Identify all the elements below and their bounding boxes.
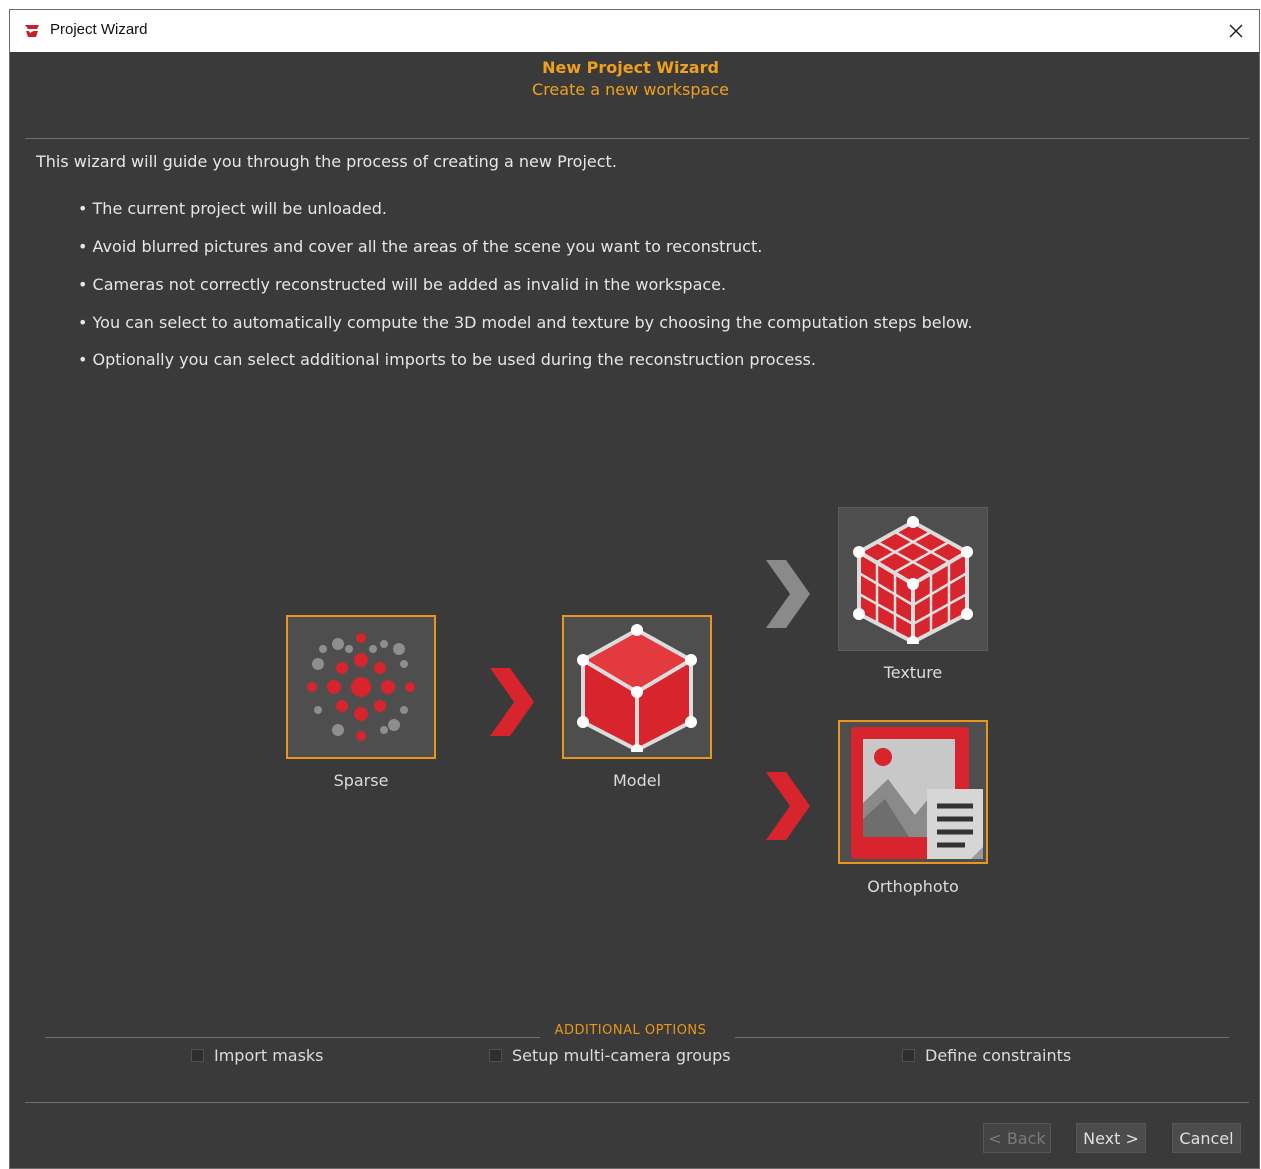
back-button[interactable]: < Back (983, 1123, 1051, 1153)
intro-text: This wizard will guide you through the p… (36, 152, 617, 171)
additional-options-label: ADDITIONAL OPTIONS (546, 1023, 715, 1038)
cube-model-icon (577, 624, 697, 752)
step-model-tile[interactable] (562, 615, 712, 759)
import-masks-option[interactable]: Import masks (191, 1046, 324, 1065)
header-divider (25, 138, 1249, 139)
multi-camera-option[interactable]: Setup multi-camera groups (489, 1046, 731, 1065)
bullet-item: • The current project will be unloaded. (78, 199, 387, 218)
step-sparse-tile[interactable] (286, 615, 436, 759)
cancel-button[interactable]: Cancel (1172, 1123, 1241, 1153)
constraints-checkbox[interactable] (902, 1049, 915, 1062)
bullet-item: • Cameras not correctly reconstructed wi… (78, 275, 727, 294)
title-bar: Project Wizard (10, 10, 1259, 52)
sparse-point-cloud-icon (307, 633, 415, 741)
footer-divider (25, 1102, 1249, 1103)
step-sparse-label: Sparse (333, 771, 389, 790)
arrow-model-to-orthophoto-icon (766, 772, 810, 840)
bullet-item: • Avoid blurred pictures and cover all t… (78, 237, 763, 256)
arrow-sparse-to-model-icon (490, 668, 534, 736)
import-masks-label: Import masks (214, 1046, 324, 1065)
window-title: Project Wizard (50, 21, 148, 38)
header-title: New Project Wizard (542, 58, 719, 77)
wizard-window (9, 9, 1260, 1169)
bullet-item: • Optionally you can select additional i… (78, 350, 816, 369)
step-model-label: Model (612, 771, 662, 790)
app-logo-icon (25, 25, 39, 37)
step-orthophoto-tile[interactable] (838, 720, 988, 864)
step-texture-tile[interactable] (838, 507, 988, 651)
arrow-model-to-texture-icon (766, 560, 810, 628)
additional-options-legend: ADDITIONAL OPTIONS (0, 1019, 1261, 1038)
close-icon (1229, 24, 1243, 38)
step-texture-label: Texture (883, 663, 943, 682)
next-button[interactable]: Next > (1076, 1123, 1146, 1153)
import-masks-checkbox[interactable] (191, 1049, 204, 1062)
header-subtitle: Create a new workspace (532, 80, 729, 99)
close-button[interactable] (1213, 10, 1259, 52)
step-orthophoto-label: Orthophoto (867, 877, 959, 896)
multi-camera-checkbox[interactable] (489, 1049, 502, 1062)
constraints-option[interactable]: Define constraints (902, 1046, 1071, 1065)
textured-cube-icon (853, 516, 973, 644)
orthophoto-image-icon (851, 727, 983, 859)
constraints-label: Define constraints (925, 1046, 1072, 1065)
bullet-item: • You can select to automatically comput… (78, 313, 973, 332)
multi-camera-label: Setup multi-camera groups (512, 1046, 731, 1065)
